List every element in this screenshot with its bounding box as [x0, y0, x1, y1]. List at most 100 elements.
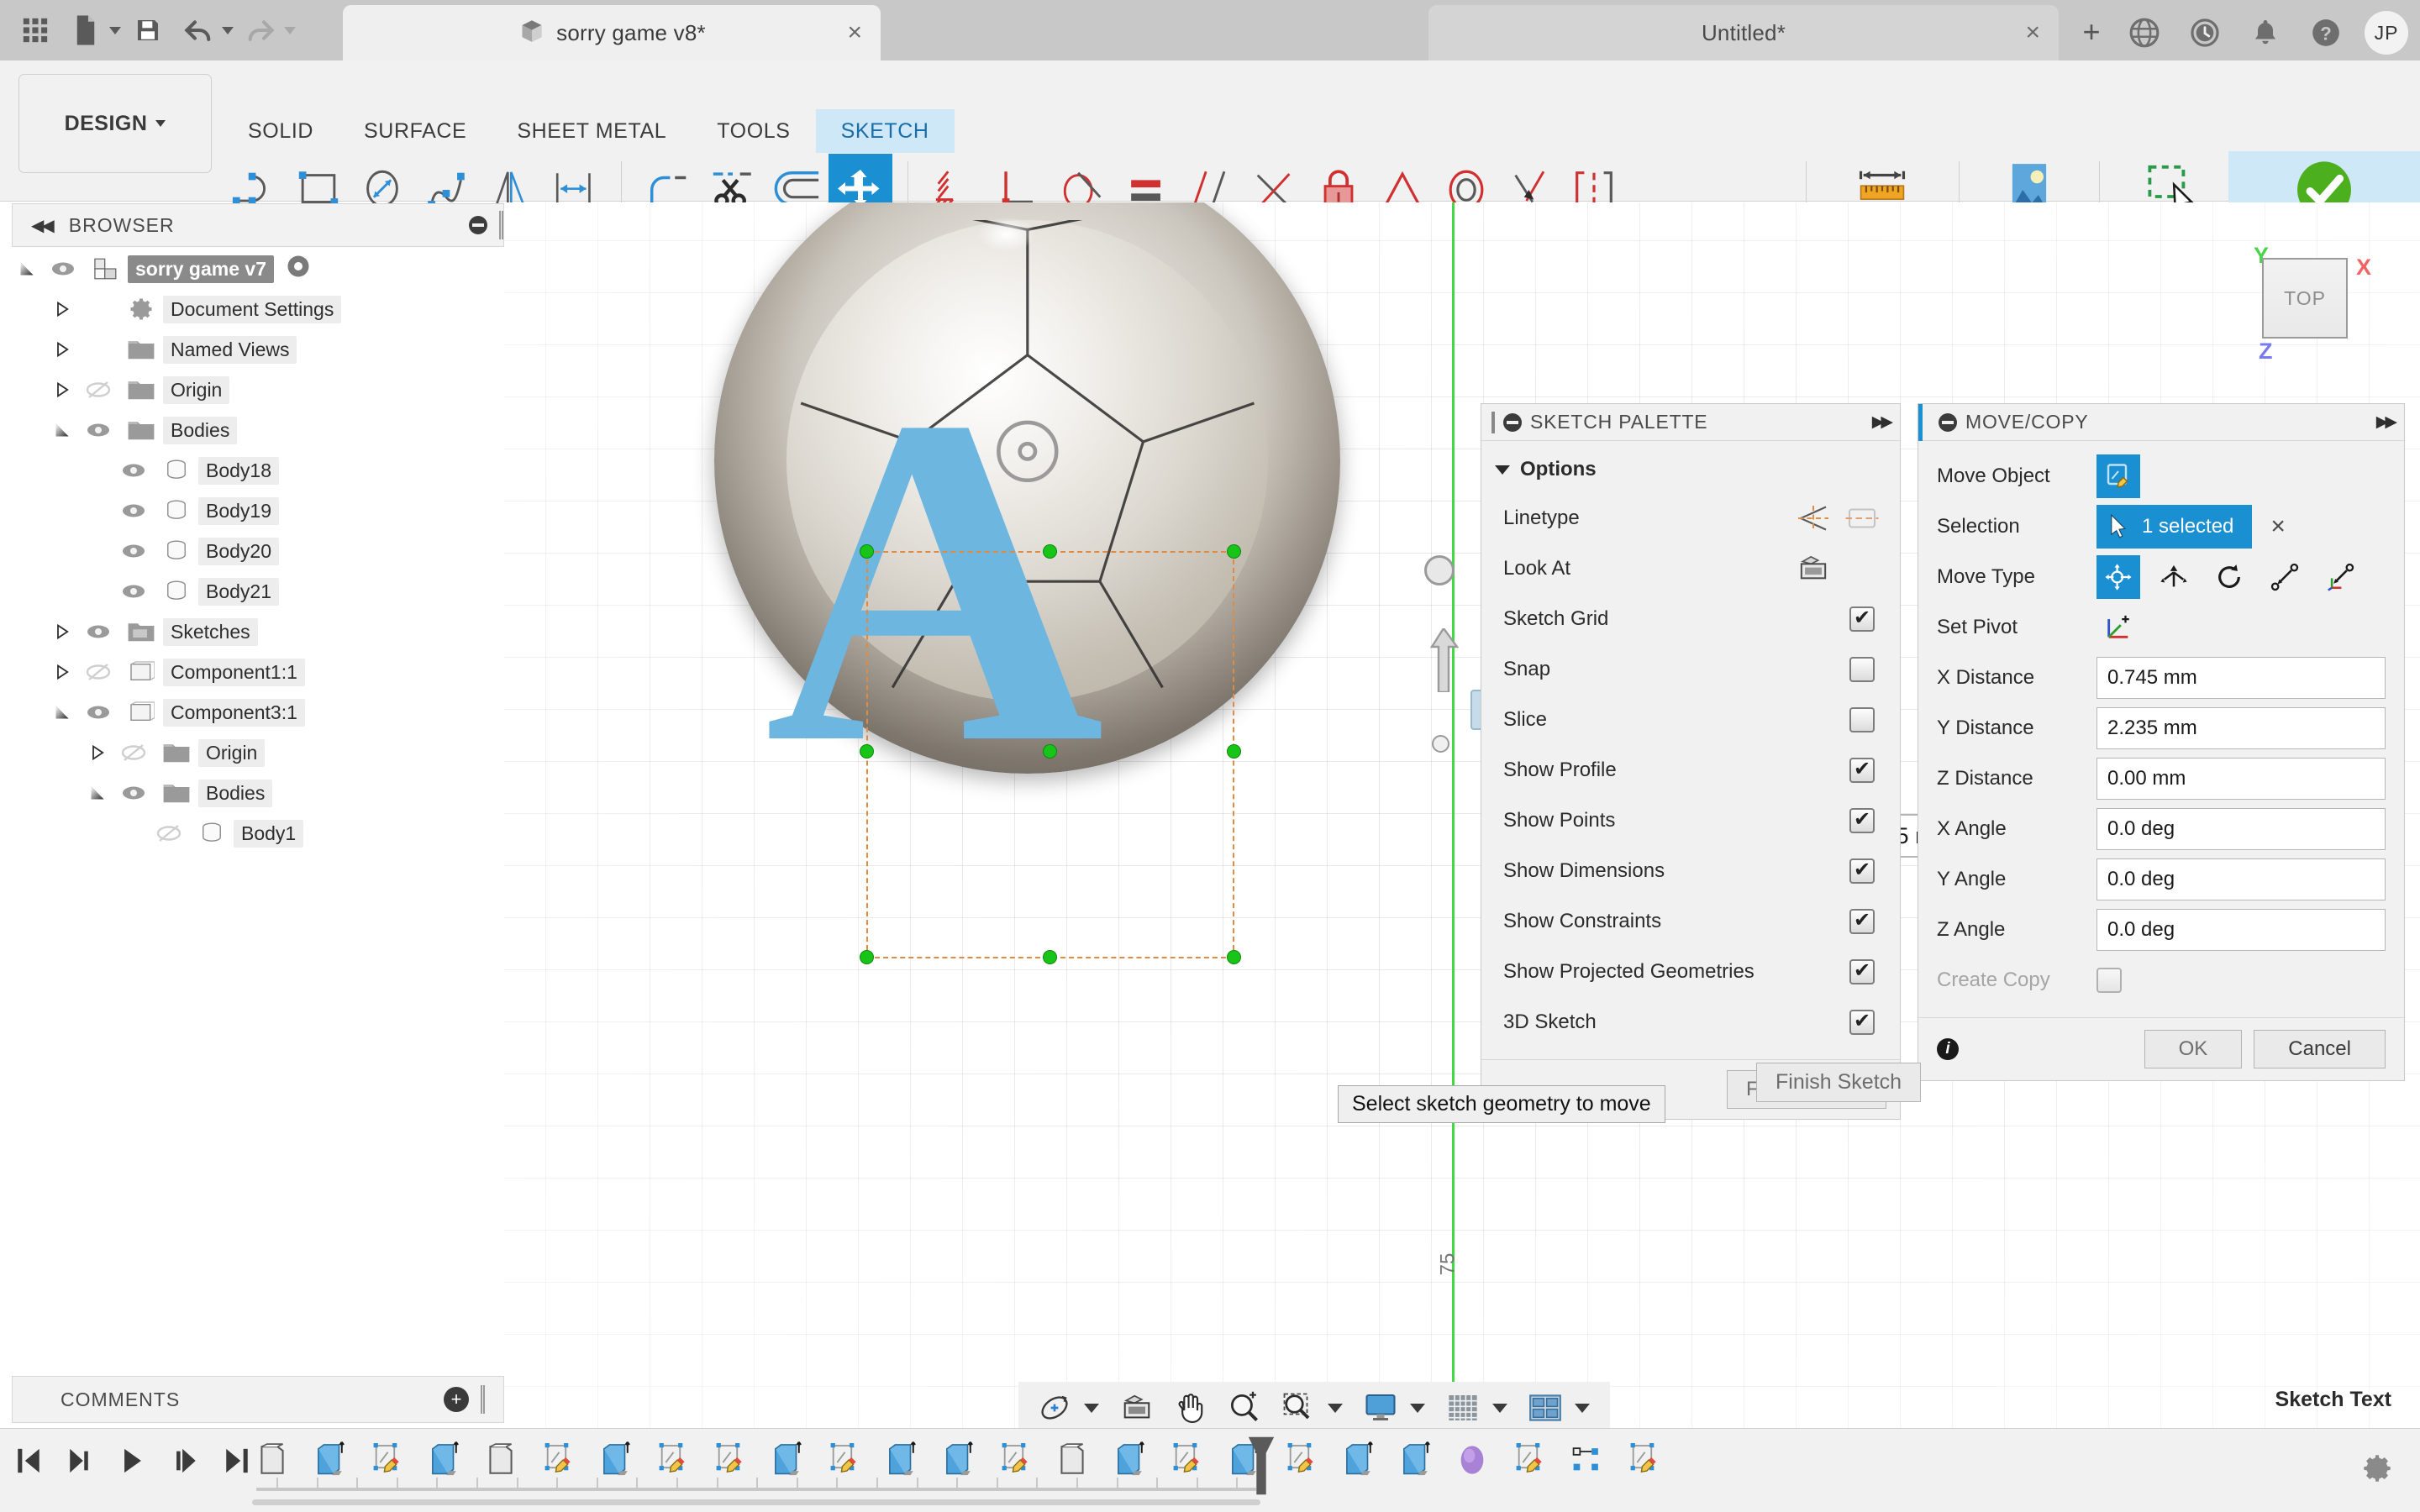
- panel-resize-handle[interactable]: [481, 1385, 485, 1414]
- collapse-triangle-icon[interactable]: [47, 422, 77, 438]
- cancel-button[interactable]: Cancel: [2254, 1030, 2386, 1068]
- gear-icon[interactable]: [2360, 1451, 2395, 1490]
- expand-triangle-icon[interactable]: [47, 623, 77, 640]
- sketch-point[interactable]: [860, 744, 874, 759]
- browser-tree-item[interactable]: Body19: [12, 491, 504, 531]
- timeline-feature-extrude-blue-icon[interactable]: [1391, 1436, 1439, 1484]
- tab-sheet-metal[interactable]: SHEET METAL: [492, 109, 692, 153]
- browser-tree-item[interactable]: Origin: [12, 370, 504, 410]
- x-distance-input[interactable]: 0.745 mm: [2096, 657, 2386, 699]
- visibility-off-icon[interactable]: [113, 743, 155, 762]
- timeline-feature-extrude-blue-icon[interactable]: [1105, 1436, 1154, 1484]
- slice-checkbox[interactable]: [1849, 707, 1875, 732]
- panel-resize-handle[interactable]: [499, 211, 503, 239]
- undo-icon[interactable]: [175, 8, 222, 53]
- expand-triangle-icon[interactable]: [47, 664, 77, 680]
- timeline-feature-extrude-blue-icon[interactable]: [1334, 1436, 1382, 1484]
- display-settings-icon[interactable]: [1356, 1386, 1405, 1430]
- timeline-feature-body-grey-icon[interactable]: [1048, 1436, 1097, 1484]
- set-pivot-icon[interactable]: [2096, 606, 2140, 649]
- ok-button[interactable]: OK: [2144, 1030, 2243, 1068]
- timeline-feature-extrude-blue-icon[interactable]: [419, 1436, 468, 1484]
- rotate-icon[interactable]: [2207, 555, 2251, 599]
- pivot-point-handle[interactable]: [1432, 735, 1449, 753]
- visibility-on-icon[interactable]: [77, 622, 119, 641]
- redo-dropdown-caret[interactable]: [284, 26, 296, 34]
- sketch-point[interactable]: [1043, 744, 1057, 759]
- timeline-marker[interactable]: [1242, 1434, 1281, 1498]
- timeline-feature-sketch-icon[interactable]: [1505, 1436, 1554, 1484]
- visibility-on-icon[interactable]: [77, 703, 119, 722]
- help-icon[interactable]: ?: [2304, 11, 2348, 55]
- grid-snap-dropdown-caret[interactable]: [1492, 1403, 1507, 1413]
- timeline-scrollbar[interactable]: [252, 1499, 1260, 1505]
- show-projected-geometries-checkbox[interactable]: [1849, 959, 1875, 984]
- new-document-dropdown-caret[interactable]: [109, 26, 121, 34]
- collapse-icon[interactable]: [469, 216, 487, 234]
- new-tab-button[interactable]: +: [2071, 12, 2112, 52]
- collapse-triangle-icon[interactable]: [82, 785, 113, 801]
- zoom-dropdown-caret[interactable]: [1328, 1403, 1343, 1413]
- timeline-feature-move-copy-timeline-icon[interactable]: [1562, 1436, 1611, 1484]
- comments-panel[interactable]: COMMENTS +: [12, 1376, 504, 1423]
- document-tab-0[interactable]: sorry game v8* ×: [343, 5, 881, 60]
- visibility-on-icon[interactable]: [113, 501, 155, 520]
- go-to-beginning-icon[interactable]: [12, 1442, 45, 1479]
- sketch-palette-options-section[interactable]: Options: [1481, 449, 1900, 493]
- close-icon[interactable]: ×: [847, 20, 862, 45]
- play-icon[interactable]: [116, 1442, 150, 1479]
- pan-icon[interactable]: [1166, 1386, 1215, 1430]
- sketch-point[interactable]: [1043, 544, 1057, 559]
- globe-icon[interactable]: [2123, 11, 2166, 55]
- move-object-icon[interactable]: [2096, 454, 2140, 498]
- browser-tree-item[interactable]: Body18: [12, 450, 504, 491]
- browser-tree-item[interactable]: Component3:1: [12, 692, 504, 732]
- sketch-point[interactable]: [860, 544, 874, 559]
- timeline-feature-sketch-icon[interactable]: [1619, 1436, 1668, 1484]
- recent-icon[interactable]: [2183, 11, 2227, 55]
- browser-tree-item[interactable]: Bodies: [12, 773, 504, 813]
- visibility-on-icon[interactable]: [113, 542, 155, 560]
- sketch-grid-checkbox[interactable]: [1849, 606, 1875, 632]
- browser-tree-item[interactable]: Named Views: [12, 329, 504, 370]
- visibility-off-icon[interactable]: [77, 663, 119, 681]
- document-tab-1[interactable]: Untitled* ×: [1428, 5, 2059, 60]
- y-distance-input[interactable]: 2.235 mm: [2096, 707, 2386, 749]
- info-icon[interactable]: i: [1937, 1038, 1959, 1060]
- visibility-on-icon[interactable]: [113, 784, 155, 802]
- x-angle-input[interactable]: 0.0 deg: [2096, 808, 2386, 850]
- z-distance-input[interactable]: 0.00 mm: [2096, 758, 2386, 800]
- sketch-point[interactable]: [860, 950, 874, 964]
- create-copy-checkbox[interactable]: [2096, 968, 2122, 993]
- sketch-point[interactable]: [1227, 544, 1241, 559]
- tab-sketch[interactable]: SKETCH: [815, 109, 955, 153]
- y-angle-input[interactable]: 0.0 deg: [2096, 858, 2386, 900]
- collapse-triangle-icon[interactable]: [47, 704, 77, 721]
- timeline-feature-sketch-icon[interactable]: [1276, 1436, 1325, 1484]
- view-cube-face[interactable]: TOP: [2262, 258, 2348, 339]
- panel-drag-handle[interactable]: [1491, 411, 1495, 433]
- timeline-feature-extrude-blue-icon[interactable]: [762, 1436, 811, 1484]
- timeline-feature-sketch-icon[interactable]: [1162, 1436, 1211, 1484]
- finish-sketch-floating-button[interactable]: Finish Sketch: [1756, 1063, 1922, 1102]
- step-forward-icon[interactable]: [168, 1442, 202, 1479]
- browser-tree-item[interactable]: Origin: [12, 732, 504, 773]
- expand-triangle-icon[interactable]: [47, 341, 77, 358]
- sketch-point[interactable]: [1043, 950, 1057, 964]
- clear-selection-icon[interactable]: ×: [2270, 512, 2286, 541]
- grid-apps-icon[interactable]: [12, 8, 59, 53]
- visibility-on-icon[interactable]: [113, 582, 155, 601]
- browser-tree-item[interactable]: Bodies: [12, 410, 504, 450]
- view-cube[interactable]: Y X Z TOP: [2222, 236, 2390, 387]
- new-document-icon[interactable]: [62, 8, 109, 53]
- collapse-triangle-icon[interactable]: [12, 260, 42, 277]
- visibility-on-icon[interactable]: [77, 421, 119, 439]
- visibility-on-icon[interactable]: [42, 260, 84, 278]
- sketch-point[interactable]: [1227, 950, 1241, 964]
- double-chevron-right-icon[interactable]: ▶▶: [2376, 412, 2397, 432]
- translate-icon[interactable]: [2152, 555, 2196, 599]
- z-angle-input[interactable]: 0.0 deg: [2096, 909, 2386, 951]
- redo-icon[interactable]: [237, 8, 284, 53]
- centerline-icon[interactable]: [1838, 503, 1886, 533]
- show-points-checkbox[interactable]: [1849, 808, 1875, 833]
